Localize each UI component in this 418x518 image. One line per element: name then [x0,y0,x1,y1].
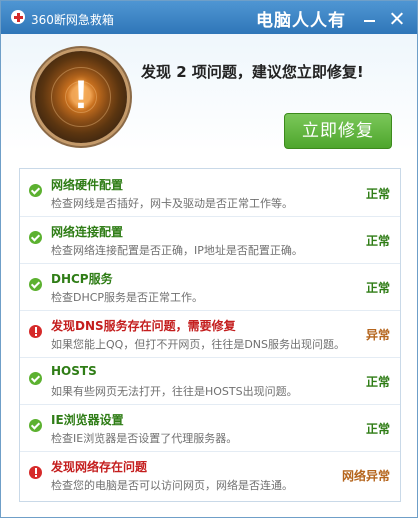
success-check-icon [29,231,42,244]
exclamation-icon: ! [74,73,88,117]
check-description: 如果您能上QQ，但打不开网页，往往是DNS服务出现问题。 [51,338,345,351]
title-bar[interactable]: 360断网急救箱 电脑人人有 [1,1,417,34]
check-title: IE浏览器设置 [51,413,124,427]
check-title: 网络连接配置 [51,225,124,239]
check-status: 正常 [365,375,390,389]
success-check-icon [29,419,42,432]
app-logo-icon [11,10,25,24]
check-status: 正常 [365,234,390,248]
repair-now-button[interactable]: 立即修复 [284,113,392,149]
check-title: DHCP服务 [51,272,113,286]
error-alert-icon [29,325,42,338]
success-check-icon [29,278,42,291]
result-headline: 发现 2 项问题，建议您立即修复! [141,63,364,81]
check-row-ie: IE浏览器设置 检查IE浏览器是否设置了代理服务器。 正常 [20,404,400,452]
check-title: 发现网络存在问题 [51,460,148,474]
check-description: 检查您的电脑是否可以访问网页，网络是否连通。 [51,479,293,492]
success-check-icon [29,372,42,385]
check-row-hardware: 网络硬件配置 检查网线是否插好，网卡及驱动是否正常工作等。 正常 [20,169,400,217]
check-title: HOSTS [51,364,97,378]
check-description: 检查IE浏览器是否设置了代理服务器。 [51,432,238,445]
check-status: 异常 [365,328,390,342]
check-description: 检查DHCP服务是否正常工作。 [51,291,204,304]
success-check-icon [29,184,42,197]
main-window: 360断网急救箱 电脑人人有 ! 发现 2 项问题，建议您立即修复! 立即修复 … [0,0,418,518]
error-alert-icon [29,466,42,479]
app-title: 360断网急救箱 [31,13,114,27]
check-row-dns: 发现DNS服务存在问题，需要修复 如果您能上QQ，但打不开网页，往往是DNS服务… [20,310,400,358]
check-description: 检查网线是否插好，网卡及驱动是否正常工作等。 [51,197,293,210]
check-row-dhcp: DHCP服务 检查DHCP服务是否正常工作。 正常 [20,263,400,311]
close-button[interactable] [390,12,404,26]
check-row-network: 发现网络存在问题 检查您的电脑是否可以访问网页，网络是否连通。 网络异常 [20,451,400,498]
alert-radar-icon: ! [35,51,127,143]
check-title: 网络硬件配置 [51,178,124,192]
check-status: 正常 [365,422,390,436]
watermark-text: 电脑人人有 [256,11,346,31]
check-description: 检查网络连接配置是否正确，IP地址是否配置正确。 [51,244,303,257]
check-status: 正常 [365,281,390,295]
minimize-button[interactable] [363,12,377,26]
check-row-connection: 网络连接配置 检查网络连接配置是否正确，IP地址是否配置正确。 正常 [20,216,400,264]
check-description: 如果有些网页无法打开，往往是HOSTS出现问题。 [51,385,298,398]
check-results-list: 网络硬件配置 检查网线是否插好，网卡及驱动是否正常工作等。 正常 网络连接配置 … [19,168,401,502]
check-row-hosts: HOSTS 如果有些网页无法打开，往往是HOSTS出现问题。 正常 [20,357,400,405]
check-status: 正常 [365,187,390,201]
check-title: 发现DNS服务存在问题，需要修复 [51,319,236,333]
check-status: 网络异常 [341,469,390,483]
